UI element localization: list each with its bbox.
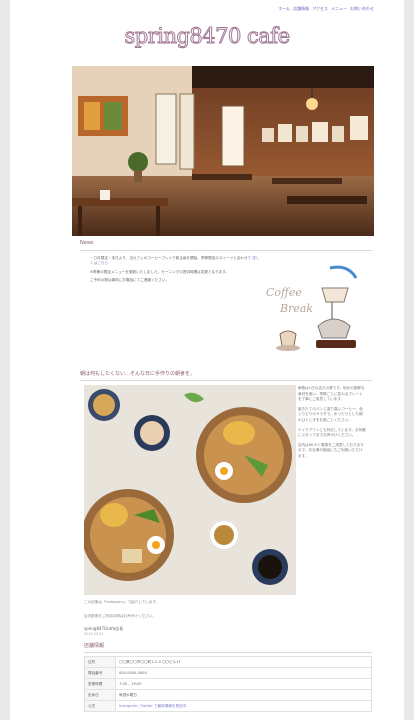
article-paragraph: 店内はWi-Fiと電源をご用意しておりますので、お仕事や勉強にもご利用いただけま… (298, 442, 364, 458)
nav-item-shop[interactable]: 店舗情報 (293, 6, 309, 12)
nav-item-home[interactable]: ホーム (278, 6, 290, 12)
info-value: 000-0000-0000 (115, 667, 372, 679)
info-value[interactable]: Instagram / Twitter で最新情報を発信中 (115, 700, 372, 712)
table-row: 電話番号 000-0000-0000 (84, 667, 372, 679)
post-date: 2023.03.01 (84, 632, 104, 636)
info-key: 公式 (84, 700, 116, 712)
page: ホーム 店舗情報 アクセス メニュー お問い合わせ spring8470 caf… (10, 0, 404, 720)
news-item: ※季節の限定メニューを更新いたしました。モーニングの提供時間は変更となります。 (90, 269, 230, 274)
info-key: 営業時間 (84, 678, 116, 690)
info-key: 定休日 (84, 689, 116, 701)
article-caption: この記事は「Instagram」で紹介しています。 (84, 600, 160, 604)
shop-info-table: 住所 〇〇県〇〇市〇〇町1-2-3 〇〇ビル1F 電話番号 000-0000-0… (84, 656, 372, 712)
nav-item-menu[interactable]: メニュー (331, 6, 347, 12)
coffee-script-1: Coffee (266, 286, 302, 299)
table-row: 公式 Instagram / Twitter で最新情報を発信中 (84, 700, 372, 712)
shop-info-heading: 店舗情報 (84, 642, 372, 653)
table-row: 住所 〇〇県〇〇市〇〇町1-2-3 〇〇ビル1F (84, 656, 372, 668)
top-navigation: ホーム 店舗情報 アクセス メニュー お問い合わせ (278, 6, 374, 12)
article-body: 朝食は1日の活力の源です。地元の新鮮な食材を使い、季節ごとに変わるプレートを丁寧… (298, 386, 366, 464)
news-list: ・〇月限定・本日より、当カフェのコーヒーブレイク新企画を開始。季節限定のスイーツ… (90, 256, 262, 287)
news-heading: News (80, 240, 372, 251)
info-key: 電話番号 (84, 667, 116, 679)
info-value: 7:00 – 19:00 (115, 678, 372, 690)
breakfast-photo (84, 385, 296, 595)
coffee-script-2: Break (279, 302, 313, 315)
article-heading: 朝は何もしたくない…そんな日に手作りの朝食を。 (80, 370, 372, 381)
article-paragraph: テイクアウトにも対応しています。お気軽にスタッフまでお声がけください。 (298, 427, 366, 438)
news-item: ・〇月限定・本日より、当カフェのコーヒーブレイク新企画を開始。季節限定のスイーツ… (90, 256, 260, 266)
info-key: 住所 (84, 656, 116, 668)
coffee-break-illustration: Coffee Break (260, 262, 370, 360)
nav-item-access[interactable]: アクセス (312, 6, 328, 12)
table-row: 定休日 毎週水曜日 (84, 689, 372, 701)
info-value: 毎週水曜日 (115, 689, 372, 701)
site-logo[interactable]: spring8470 cafe (10, 24, 404, 54)
nav-item-contact[interactable]: お問い合わせ (350, 6, 374, 12)
article-note: 店内飲食をご利用の際はお声がけください。 (84, 614, 156, 618)
info-value: 〇〇県〇〇市〇〇町1-2-3 〇〇ビル1F (115, 656, 372, 668)
hero-cafe-image (72, 66, 374, 236)
article-paragraph: 朝食は1日の活力の源です。地元の新鮮な食材を使い、季節ごとに変わるプレートを丁寧… (298, 386, 365, 402)
article-paragraph: 焼きたてのパンと香り高いコーヒー、色とりどりのサラダで、ゆったりとした朝のひとと… (298, 406, 363, 422)
news-item: ご予約の際は事前にお電話にてご連絡ください。 (90, 278, 170, 283)
table-row: 営業時間 7:00 – 19:00 (84, 678, 372, 690)
